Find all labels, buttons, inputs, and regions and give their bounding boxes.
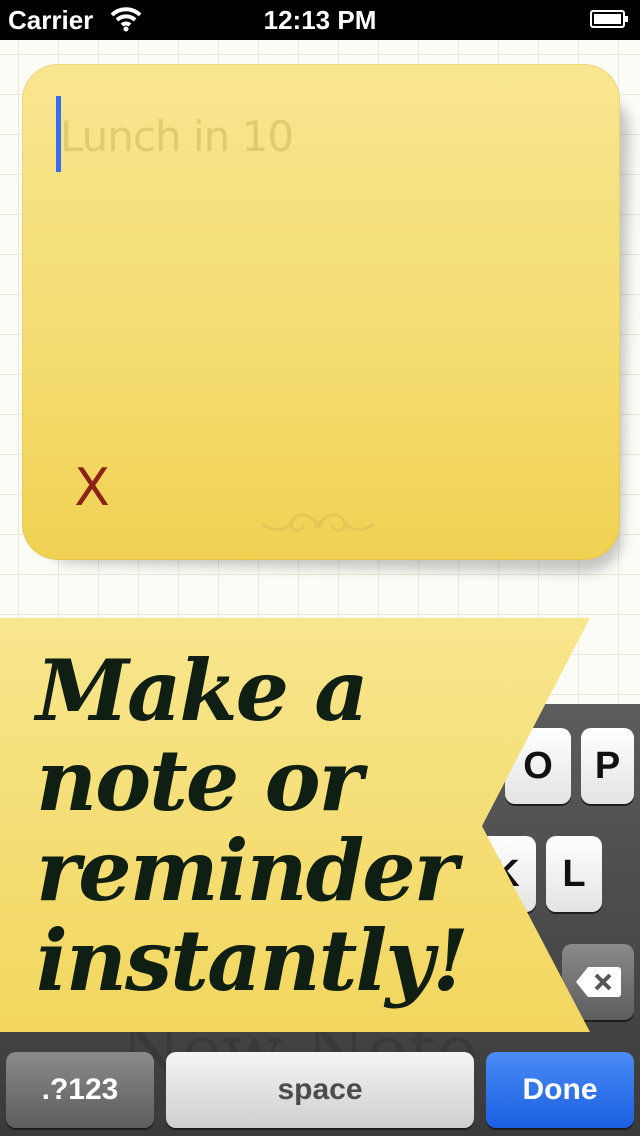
promo-line-3: reminder (36, 821, 458, 920)
backspace-key[interactable] (562, 944, 634, 1020)
promo-line-2: note or (36, 731, 363, 830)
promo-line-1: Make a (36, 641, 369, 740)
key-l[interactable]: L (546, 836, 602, 912)
status-time: 12:13 PM (263, 5, 377, 35)
note-text-field[interactable]: Lunch in 10 (60, 112, 294, 161)
done-key[interactable]: Done (486, 1052, 634, 1128)
backspace-icon (576, 967, 621, 997)
key-p[interactable]: P (581, 728, 634, 804)
ornament-icon (261, 513, 375, 532)
promo-headline: Make a note or reminder instantly! (36, 646, 516, 1006)
promo-line-4: instantly! (36, 911, 469, 1010)
battery-icon (590, 10, 628, 28)
numbers-key[interactable]: .?123 (6, 1052, 154, 1128)
delete-note-button[interactable]: X (70, 458, 114, 518)
space-key[interactable]: space (166, 1052, 474, 1128)
status-bar: Carrier 12:13 PM (0, 0, 640, 40)
